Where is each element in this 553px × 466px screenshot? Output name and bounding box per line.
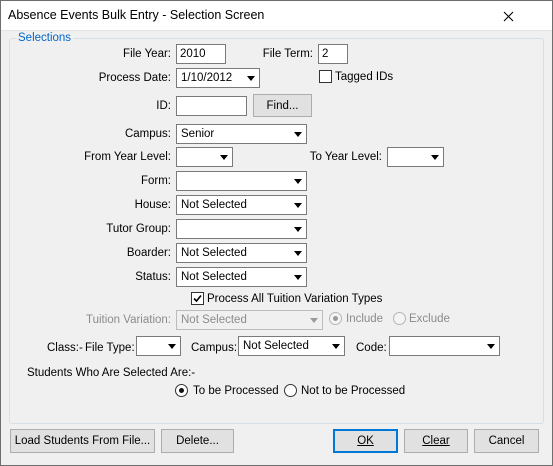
ok-button[interactable]: OK [333, 429, 398, 453]
from-year-level-dropdown[interactable] [176, 147, 233, 167]
process-all-tuition-checkbox[interactable] [191, 292, 204, 305]
tuition-variation-label: Tuition Variation: [85, 314, 171, 326]
id-input[interactable] [176, 96, 247, 116]
tuition-variation-value: Not Selected [181, 314, 247, 326]
campus-value: Senior [181, 128, 215, 140]
dialog-window: Absence Events Bulk Entry - Selection Sc… [0, 0, 553, 466]
title-bar: Absence Events Bulk Entry - Selection Sc… [1, 1, 552, 31]
boarder-dropdown[interactable]: Not Selected [176, 243, 307, 263]
ok-button-label: OK [357, 435, 374, 447]
to-be-processed-label: To be Processed [193, 385, 279, 397]
chevron-down-icon[interactable] [290, 125, 306, 143]
tuition-include-radio[interactable] [329, 312, 342, 325]
tuition-exclude-radio[interactable] [393, 312, 406, 325]
check-icon [193, 294, 202, 303]
clear-button[interactable]: Clear [404, 429, 468, 453]
chevron-down-icon[interactable] [216, 148, 232, 166]
boarder-value: Not Selected [181, 247, 247, 259]
chevron-down-icon[interactable] [290, 268, 306, 286]
chevron-down-icon[interactable] [164, 337, 180, 355]
process-date-label: Process Date: [98, 72, 171, 84]
selections-caption: Selections [16, 32, 74, 44]
students-selected-heading: Students Who Are Selected Are:- [27, 367, 196, 379]
tuition-exclude-label: Exclude [409, 313, 450, 325]
tagged-ids-checkbox[interactable] [319, 70, 332, 83]
file-type-label: File Type: [85, 342, 135, 354]
chevron-down-icon[interactable] [483, 337, 499, 355]
find-button[interactable]: Find... [253, 94, 312, 117]
chevron-down-icon[interactable] [290, 220, 306, 238]
process-all-tuition-label: Process All Tuition Variation Types [207, 293, 383, 305]
process-date-value: 1/10/2012 [181, 72, 233, 84]
cancel-button[interactable]: Cancel [474, 429, 539, 453]
house-label: House: [134, 199, 171, 211]
code-label: Code: [356, 342, 387, 354]
not-to-be-processed-radio[interactable] [284, 384, 297, 397]
not-to-be-processed-label: Not to be Processed [301, 385, 406, 397]
chevron-down-icon[interactable] [328, 337, 344, 355]
from-year-level-label: From Year Level: [84, 151, 171, 163]
class-campus-dropdown[interactable]: Not Selected [238, 336, 345, 356]
campus-dropdown[interactable]: Senior [176, 124, 307, 144]
find-button-label: Find... [266, 99, 299, 112]
class-campus-value: Not Selected [243, 340, 309, 352]
file-term-input[interactable]: 2 [318, 44, 348, 64]
status-dropdown[interactable]: Not Selected [176, 267, 307, 287]
file-year-input[interactable]: 2010 [176, 44, 226, 64]
form-dropdown[interactable] [176, 171, 307, 191]
boarder-label: Boarder: [126, 247, 171, 259]
status-value: Not Selected [181, 271, 247, 283]
close-button[interactable] [499, 8, 517, 24]
campus-label: Campus: [124, 128, 171, 140]
radio-dot-icon [179, 388, 184, 393]
cancel-button-label: Cancel [488, 435, 525, 447]
house-value: Not Selected [181, 199, 247, 211]
tuition-include-label: Include [346, 313, 384, 325]
class-label: Class:- [47, 342, 83, 354]
tuition-variation-dropdown[interactable]: Not Selected [176, 310, 323, 330]
close-icon [503, 11, 513, 21]
chevron-down-icon[interactable] [306, 311, 322, 329]
load-students-button[interactable]: Load Students From File... [10, 429, 155, 453]
to-year-level-dropdown[interactable] [387, 147, 444, 167]
house-dropdown[interactable]: Not Selected [176, 195, 307, 215]
clear-button-label: Clear [422, 435, 450, 447]
delete-button-label: Delete... [176, 435, 219, 447]
file-year-label: File Year: [123, 48, 171, 60]
file-term-label: File Term: [262, 48, 313, 60]
chevron-down-icon[interactable] [243, 69, 259, 87]
status-label: Status: [135, 271, 171, 283]
chevron-down-icon[interactable] [290, 172, 306, 190]
id-label: ID: [156, 100, 171, 112]
radio-dot-icon [333, 316, 338, 321]
window-title: Absence Events Bulk Entry - Selection Sc… [8, 8, 265, 22]
load-students-button-label: Load Students From File... [14, 435, 151, 447]
chevron-down-icon[interactable] [290, 244, 306, 262]
tutor-group-dropdown[interactable] [176, 219, 307, 239]
to-year-level-label: To Year Level: [309, 151, 382, 163]
chevron-down-icon[interactable] [290, 196, 306, 214]
class-campus-label: Campus: [191, 342, 238, 354]
form-label: Form: [140, 175, 171, 187]
code-dropdown[interactable] [389, 336, 500, 356]
tutor-group-label: Tutor Group: [106, 223, 171, 235]
process-date-picker[interactable]: 1/10/2012 [176, 68, 260, 88]
tagged-ids-label: Tagged IDs [335, 71, 394, 83]
to-be-processed-radio[interactable] [175, 384, 188, 397]
file-type-dropdown[interactable] [136, 336, 181, 356]
delete-button[interactable]: Delete... [161, 429, 234, 453]
chevron-down-icon[interactable] [427, 148, 443, 166]
